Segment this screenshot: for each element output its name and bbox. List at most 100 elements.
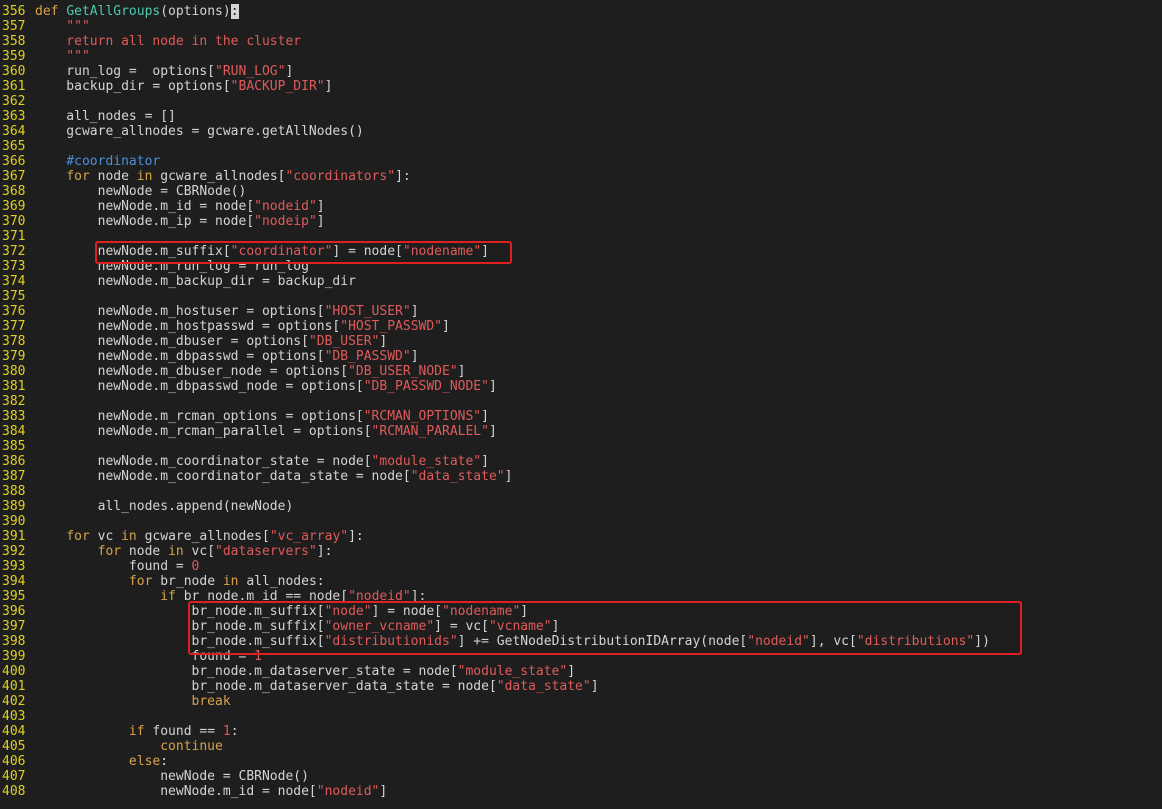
code-line[interactable]: 387 newNode.m_coordinator_data_state = n… [0, 469, 1162, 484]
code-text[interactable]: newNode = CBRNode() [35, 184, 247, 199]
code-text[interactable]: #coordinator [35, 154, 160, 169]
code-text[interactable]: for br_node in all_nodes: [35, 574, 325, 589]
code-text[interactable]: newNode.m_hostuser = options["HOST_USER"… [35, 304, 419, 319]
code-line[interactable]: 407 newNode = CBRNode() [0, 769, 1162, 784]
code-line[interactable]: 378 newNode.m_dbuser = options["DB_USER"… [0, 334, 1162, 349]
code-text[interactable]: found = 0 [35, 559, 199, 574]
code-text[interactable]: all_nodes = [] [35, 109, 176, 124]
code-line[interactable]: 396 br_node.m_suffix["node"] = node["nod… [0, 604, 1162, 619]
code-text[interactable]: br_node.m_dataserver_state = node["modul… [35, 664, 576, 679]
code-line[interactable]: 385 [0, 439, 1162, 454]
code-line[interactable]: 357 """ [0, 19, 1162, 34]
code-text[interactable]: newNode.m_hostpasswd = options["HOST_PAS… [35, 319, 450, 334]
code-line[interactable]: 375 [0, 289, 1162, 304]
code-text[interactable]: backup_dir = options["BACKUP_DIR"] [35, 79, 332, 94]
code-text[interactable]: if found == 1: [35, 724, 239, 739]
code-line[interactable]: 377 newNode.m_hostpasswd = options["HOST… [0, 319, 1162, 334]
code-line[interactable]: 362 [0, 94, 1162, 109]
code-line[interactable]: 402 break [0, 694, 1162, 709]
code-line[interactable]: 397 br_node.m_suffix["owner_vcname"] = v… [0, 619, 1162, 634]
code-line[interactable]: 376 newNode.m_hostuser = options["HOST_U… [0, 304, 1162, 319]
code-line[interactable]: 408 newNode.m_id = node["nodeid"] [0, 784, 1162, 799]
code-text[interactable]: newNode.m_coordinator_state = node["modu… [35, 454, 489, 469]
code-line[interactable]: 384 newNode.m_rcman_parallel = options["… [0, 424, 1162, 439]
code-token: "HOST_USER" [324, 304, 411, 319]
code-text[interactable]: else: [35, 754, 168, 769]
code-token: ] [481, 409, 489, 424]
code-line[interactable]: 395 if br_node.m_id == node["nodeid"]: [0, 589, 1162, 604]
code-line[interactable]: 390 [0, 514, 1162, 529]
code-line[interactable]: 386 newNode.m_coordinator_state = node["… [0, 454, 1162, 469]
code-line[interactable]: 363 all_nodes = [] [0, 109, 1162, 124]
code-text[interactable]: br_node.m_suffix["owner_vcname"] = vc["v… [35, 619, 560, 634]
code-line[interactable]: 356 def GetAllGroups(options): [0, 4, 1162, 19]
code-line[interactable]: 389 all_nodes.append(newNode) [0, 499, 1162, 514]
code-text[interactable]: newNode.m_backup_dir = backup_dir [35, 274, 356, 289]
code-line[interactable]: 371 [0, 229, 1162, 244]
code-line[interactable]: 359 """ [0, 49, 1162, 64]
code-line[interactable]: 374 newNode.m_backup_dir = backup_dir [0, 274, 1162, 289]
code-line[interactable]: 367 for node in gcware_allnodes["coordin… [0, 169, 1162, 184]
code-line[interactable]: 391 for vc in gcware_allnodes["vc_array"… [0, 529, 1162, 544]
code-line[interactable]: 360 run_log = options["RUN_LOG"] [0, 64, 1162, 79]
code-line[interactable]: 400 br_node.m_dataserver_state = node["m… [0, 664, 1162, 679]
code-text[interactable]: all_nodes.append(newNode) [35, 499, 294, 514]
code-text[interactable]: newNode.m_suffix["coordinator"] = node["… [35, 244, 489, 259]
code-line[interactable]: 393 found = 0 [0, 559, 1162, 574]
code-token: """ [35, 19, 90, 34]
code-line[interactable]: 403 [0, 709, 1162, 724]
code-line[interactable]: 373 newNode.m_run_log = run_log [0, 259, 1162, 274]
code-text[interactable]: newNode.m_dbpasswd = options["DB_PASSWD"… [35, 349, 419, 364]
code-line[interactable]: 401 br_node.m_dataserver_data_state = no… [0, 679, 1162, 694]
code-line[interactable]: 372 newNode.m_suffix["coordinator"] = no… [0, 244, 1162, 259]
code-text[interactable]: for node in gcware_allnodes["coordinator… [35, 169, 410, 184]
code-line[interactable]: 382 [0, 394, 1162, 409]
code-line[interactable]: 394 for br_node in all_nodes: [0, 574, 1162, 589]
code-line[interactable]: 392 for node in vc["dataservers"]: [0, 544, 1162, 559]
code-text[interactable]: br_node.m_dataserver_data_state = node["… [35, 679, 599, 694]
code-text[interactable]: newNode.m_rcman_options = options["RCMAN… [35, 409, 489, 424]
code-line[interactable]: 365 [0, 139, 1162, 154]
code-text[interactable]: def GetAllGroups(options): [35, 4, 239, 19]
code-line[interactable]: 380 newNode.m_dbuser_node = options["DB_… [0, 364, 1162, 379]
code-text[interactable]: newNode = CBRNode() [35, 769, 309, 784]
code-line[interactable]: 361 backup_dir = options["BACKUP_DIR"] [0, 79, 1162, 94]
code-text[interactable]: for node in vc["dataservers"]: [35, 544, 333, 559]
code-line[interactable]: 366 #coordinator [0, 154, 1162, 169]
code-line[interactable]: 404 if found == 1: [0, 724, 1162, 739]
code-text[interactable]: for vc in gcware_allnodes["vc_array"]: [35, 529, 363, 544]
code-text[interactable]: continue [35, 739, 223, 754]
code-text[interactable]: br_node.m_suffix["distributionids"] += G… [35, 634, 990, 649]
code-text[interactable]: gcware_allnodes = gcware.getAllNodes() [35, 124, 363, 139]
code-text[interactable]: run_log = options["RUN_LOG"] [35, 64, 293, 79]
code-text[interactable]: break [35, 694, 231, 709]
code-text[interactable]: return all node in the cluster [35, 34, 301, 49]
code-line[interactable]: 364 gcware_allnodes = gcware.getAllNodes… [0, 124, 1162, 139]
code-text[interactable]: newNode.m_dbuser = options["DB_USER"] [35, 334, 388, 349]
code-text[interactable]: newNode.m_run_log = run_log [35, 259, 309, 274]
code-line[interactable]: 370 newNode.m_ip = node["nodeip"] [0, 214, 1162, 229]
code-text[interactable]: newNode.m_rcman_parallel = options["RCMA… [35, 424, 497, 439]
code-text[interactable]: br_node.m_suffix["node"] = node["nodenam… [35, 604, 529, 619]
code-line[interactable]: 379 newNode.m_dbpasswd = options["DB_PAS… [0, 349, 1162, 364]
code-text[interactable]: newNode.m_dbpasswd_node = options["DB_PA… [35, 379, 497, 394]
code-line[interactable]: 388 [0, 484, 1162, 499]
code-text[interactable]: newNode.m_ip = node["nodeip"] [35, 214, 325, 229]
code-text[interactable]: """ [35, 19, 90, 34]
code-text[interactable]: if br_node.m_id == node["nodeid"]: [35, 589, 426, 604]
code-line[interactable]: 405 continue [0, 739, 1162, 754]
code-line[interactable]: 398 br_node.m_suffix["distributionids"] … [0, 634, 1162, 649]
code-line[interactable]: 399 found = 1 [0, 649, 1162, 664]
code-text[interactable]: newNode.m_id = node["nodeid"] [35, 199, 325, 214]
code-text[interactable]: newNode.m_coordinator_data_state = node[… [35, 469, 513, 484]
code-line[interactable]: 381 newNode.m_dbpasswd_node = options["D… [0, 379, 1162, 394]
code-text[interactable]: newNode.m_id = node["nodeid"] [35, 784, 387, 799]
code-line[interactable]: 368 newNode = CBRNode() [0, 184, 1162, 199]
code-text[interactable]: """ [35, 49, 90, 64]
code-line[interactable]: 369 newNode.m_id = node["nodeid"] [0, 199, 1162, 214]
code-text[interactable]: found = 1 [35, 649, 262, 664]
code-line[interactable]: 383 newNode.m_rcman_options = options["R… [0, 409, 1162, 424]
code-line[interactable]: 406 else: [0, 754, 1162, 769]
code-line[interactable]: 358 return all node in the cluster [0, 34, 1162, 49]
code-text[interactable]: newNode.m_dbuser_node = options["DB_USER… [35, 364, 466, 379]
